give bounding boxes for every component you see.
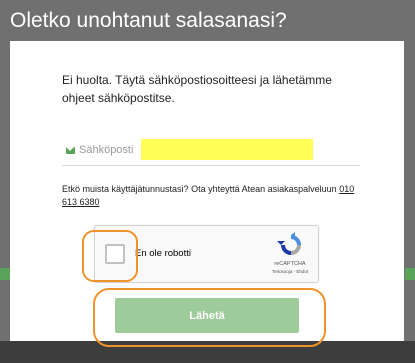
email-input[interactable] [141, 139, 313, 160]
captcha-checkbox-highlight [82, 230, 138, 282]
intro-text: Ei huolta. Täytä sähköpostiosoitteesi ja… [62, 73, 332, 105]
recaptcha-logo-icon [277, 232, 301, 255]
help-text-body: Etkö muista käyttäjätunnustasi? Ota yhte… [62, 184, 337, 194]
email-field[interactable]: Sähköposti [62, 139, 360, 166]
mail-icon [66, 147, 75, 154]
background-strip-right [405, 268, 415, 280]
email-label: Sähköposti [79, 144, 134, 156]
recaptcha-brand: reCAPTCHA [274, 261, 306, 267]
dialog-title: Oletko unohtanut salasanasi? [10, 9, 287, 32]
help-text: Etkö muista käyttäjätunnustasi? Ota yhte… [62, 183, 362, 209]
submit-button-highlight [93, 288, 326, 347]
recaptcha-privacy-terms[interactable]: Tietosuoja - Ehdot [265, 269, 315, 274]
recaptcha-label: En ole robotti [135, 248, 191, 259]
